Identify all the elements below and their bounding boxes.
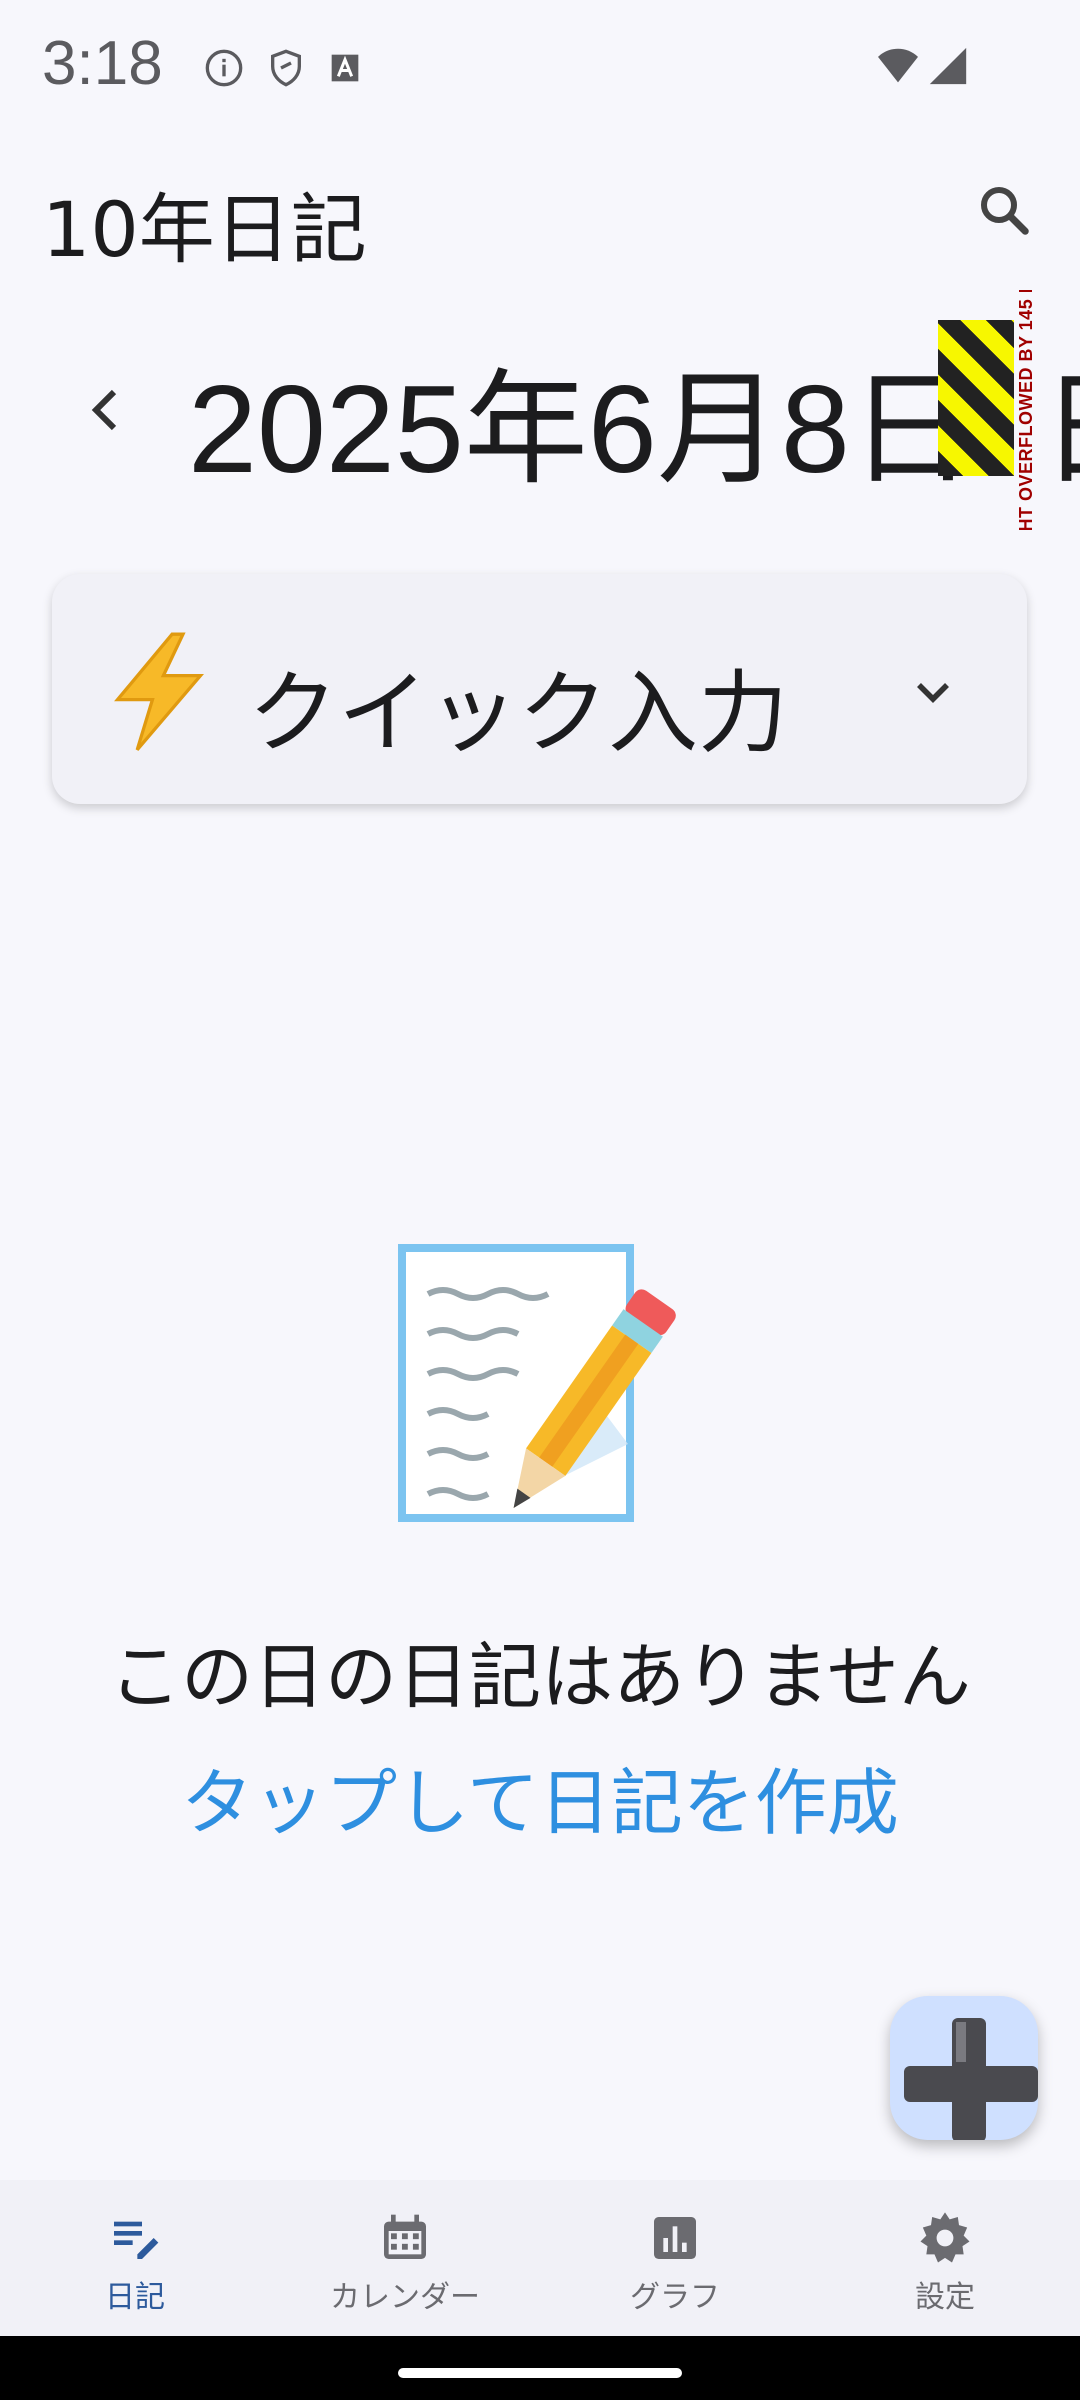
app-title: 10年日記 bbox=[42, 185, 367, 274]
memo-pencil-icon bbox=[398, 1244, 676, 1522]
status-bar: 3:18 bbox=[0, 0, 1080, 130]
gear-icon bbox=[920, 2212, 970, 2263]
nav-item-settings[interactable]: 設定 bbox=[810, 2180, 1080, 2336]
calendar-icon bbox=[384, 2214, 426, 2259]
empty-state-message: この日の日記はありません bbox=[109, 1635, 971, 1719]
nav-item-calendar[interactable]: カレンダー bbox=[270, 2180, 540, 2336]
nav-label: 日記 bbox=[105, 2280, 165, 2315]
shield-icon bbox=[271, 49, 301, 87]
chart-icon bbox=[654, 2217, 696, 2259]
nav-label: 設定 bbox=[915, 2280, 975, 2315]
chevron-down-icon bbox=[917, 683, 949, 703]
nav-item-graph[interactable]: グラフ bbox=[540, 2180, 810, 2336]
text-a-icon bbox=[331, 54, 359, 82]
chevron-left-icon bbox=[91, 389, 117, 431]
gesture-navigation-bar bbox=[0, 2336, 1080, 2400]
plus-icon bbox=[904, 2018, 1038, 2140]
current-date-title: 2025年6月8日 bbox=[188, 361, 974, 499]
status-time: 3:18 bbox=[42, 29, 163, 98]
app-bar: 10年日記 bbox=[0, 140, 1080, 280]
date-navigation: 2025年6月8日 日 RIGHT OVERFLOWED BY 145 PI bbox=[0, 290, 1080, 530]
wifi-icon bbox=[878, 48, 918, 83]
previous-day-button[interactable] bbox=[72, 350, 138, 470]
signal-icon bbox=[929, 47, 967, 85]
bottom-navigation: 日記 カレンダー グラフ 設定 bbox=[0, 2180, 1080, 2336]
quick-input-card[interactable]: クイック入力 bbox=[52, 574, 1027, 804]
nav-label: カレンダー bbox=[330, 2280, 480, 2315]
overflow-warning-stripes bbox=[938, 320, 1014, 476]
nav-item-diary[interactable]: 日記 bbox=[0, 2180, 270, 2336]
quick-input-label: クイック入力 bbox=[248, 661, 788, 766]
gesture-handle[interactable] bbox=[398, 2368, 682, 2378]
search-button[interactable] bbox=[964, 170, 1044, 250]
create-diary-link[interactable]: タップして日記を作成 bbox=[0, 1744, 1080, 1849]
info-icon bbox=[205, 49, 243, 87]
status-icons-left bbox=[204, 48, 362, 88]
diary-icon bbox=[114, 2221, 159, 2259]
add-entry-fab[interactable] bbox=[890, 1996, 1038, 2140]
overflow-warning-text: RIGHT OVERFLOWED BY 145 PI bbox=[1016, 290, 1036, 530]
nav-label: グラフ bbox=[630, 2280, 720, 2315]
search-icon bbox=[981, 187, 1029, 235]
lightning-icon bbox=[114, 632, 205, 751]
status-icons-right bbox=[876, 46, 968, 86]
